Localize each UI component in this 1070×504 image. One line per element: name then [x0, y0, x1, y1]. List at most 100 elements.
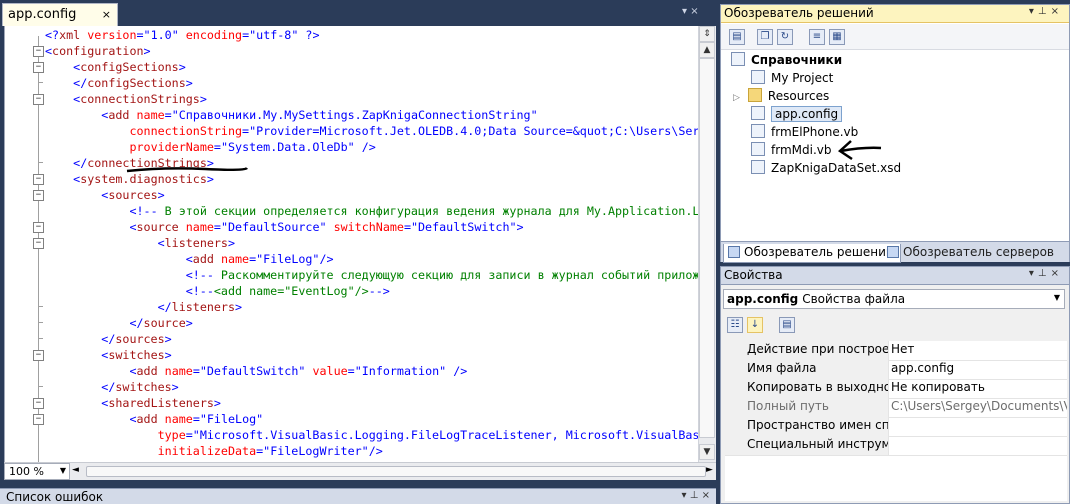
- tab-server-explorer[interactable]: Обозреватель серверов: [883, 244, 1060, 262]
- tab-controls[interactable]: ▾ ×: [682, 6, 712, 20]
- code-line[interactable]: <connectionStrings>: [45, 91, 698, 107]
- property-row[interactable]: Копировать в выходной каталог Не копиров…: [725, 379, 1067, 399]
- object-selector[interactable]: app.config Свойства файла ▼: [723, 289, 1065, 309]
- scroll-thumb[interactable]: [699, 58, 715, 438]
- scroll-left-icon[interactable]: ◄: [72, 465, 79, 475]
- error-list-panel[interactable]: Список ошибок ▾ ⊥ ×: [0, 488, 716, 504]
- vertical-scrollbar[interactable]: ⇕ ▲ ▼: [698, 26, 716, 462]
- panel-title: Свойства: [724, 268, 783, 282]
- tree-item-my-project[interactable]: My Project: [751, 69, 833, 87]
- code-line[interactable]: </source>: [45, 315, 698, 331]
- zoom-value: 100 %: [9, 465, 44, 478]
- code-line[interactable]: <sources>: [45, 187, 698, 203]
- code-line[interactable]: connectionString="Provider=Microsoft.Jet…: [45, 123, 698, 139]
- code-line[interactable]: <!--<add name="EventLog"/>-->: [45, 283, 698, 299]
- solution-explorer-tabs: Обозреватель решений Обозреватель сервер…: [721, 241, 1069, 263]
- property-value[interactable]: app.config: [891, 360, 1067, 380]
- property-grid: Действие при построении Нет Имя файла ap…: [725, 341, 1067, 501]
- code-line[interactable]: <add name="DefaultSwitch" value="Informa…: [45, 363, 698, 379]
- collapse-icon[interactable]: −: [33, 350, 44, 361]
- view-code-icon[interactable]: ≡: [809, 29, 825, 45]
- panel-title: Обозреватель решений: [724, 6, 874, 20]
- panel-pin-icons[interactable]: ▾ ⊥ ×: [682, 490, 710, 501]
- scroll-down-icon[interactable]: ▼: [699, 444, 715, 460]
- code-line[interactable]: type="Microsoft.VisualBasic.Logging.File…: [45, 427, 698, 443]
- outline-end: [38, 386, 43, 387]
- horizontal-scroll-thumb[interactable]: [86, 466, 706, 477]
- code-line[interactable]: <listeners>: [45, 235, 698, 251]
- property-value[interactable]: Нет: [891, 341, 1067, 361]
- close-icon[interactable]: ×: [102, 8, 111, 21]
- code-line[interactable]: <!-- В этой секции определяется конфигур…: [45, 203, 698, 219]
- editor-status-bar: 100 % ▼ ◄ ►: [4, 462, 716, 480]
- outline-gutter: − − − − − − − − − −: [5, 26, 44, 462]
- solution-explorer-title: Обозреватель решений ▾⊥×: [721, 5, 1069, 23]
- dataset-file-icon: [751, 160, 765, 174]
- property-value[interactable]: [891, 417, 1067, 437]
- code-line[interactable]: </configSections>: [45, 75, 698, 91]
- tab-solution-explorer[interactable]: Обозреватель решений: [723, 244, 901, 263]
- property-row[interactable]: Полный путь C:\Users\Sergey\Documents\Vi…: [725, 398, 1067, 418]
- code-line[interactable]: </sources>: [45, 331, 698, 347]
- solution-explorer-icon: [728, 246, 740, 258]
- collapse-icon[interactable]: −: [33, 222, 44, 233]
- scroll-right-icon[interactable]: ►: [706, 465, 713, 475]
- property-value[interactable]: [891, 436, 1067, 456]
- code-editor: app.config × ▾ × − − − − − − − − − − <?xml versio…: [0, 0, 716, 504]
- zoom-combobox[interactable]: 100 % ▼: [4, 463, 70, 480]
- code-area[interactable]: − − − − − − − − − − <?xml version="1.0" encoding=…: [4, 26, 698, 462]
- collapse-icon[interactable]: −: [33, 398, 44, 409]
- code-line[interactable]: </switches>: [45, 379, 698, 395]
- scroll-up-icon[interactable]: ▲: [699, 42, 715, 58]
- property-value[interactable]: Не копировать: [891, 379, 1067, 399]
- code-line[interactable]: <sharedListeners>: [45, 395, 698, 411]
- tree-project-node[interactable]: Справочники: [731, 51, 842, 69]
- form-file-icon: [751, 124, 765, 138]
- code-line[interactable]: <configSections>: [45, 59, 698, 75]
- property-name: Полный путь: [725, 398, 889, 417]
- show-all-files-icon[interactable]: ❐: [757, 29, 773, 45]
- object-name: app.config: [727, 292, 799, 306]
- collapse-icon[interactable]: −: [33, 238, 44, 249]
- view-designer-icon[interactable]: ▦: [829, 29, 845, 45]
- property-row[interactable]: Действие при построении Нет: [725, 341, 1067, 361]
- categorized-icon[interactable]: ☷: [727, 317, 743, 333]
- property-pages-icon[interactable]: ▤: [779, 317, 795, 333]
- tree-item-app-config[interactable]: app.config: [751, 105, 843, 123]
- code-line[interactable]: <source name="DefaultSource" switchName=…: [45, 219, 698, 235]
- panel-pin-icons[interactable]: ▾⊥×: [1029, 268, 1063, 279]
- property-row[interactable]: Имя файла app.config: [725, 360, 1067, 380]
- code-line[interactable]: <add name="FileLog": [45, 411, 698, 427]
- collapse-icon[interactable]: −: [33, 46, 44, 57]
- collapse-icon[interactable]: −: [33, 94, 44, 105]
- object-type: Свойства файла: [802, 292, 906, 306]
- alphabetical-icon[interactable]: ↓: [747, 317, 763, 333]
- code-text[interactable]: <?xml version="1.0" encoding="utf-8" ?> <…: [45, 27, 698, 461]
- property-row[interactable]: Специальный инструмент: [725, 436, 1067, 456]
- code-line[interactable]: <switches>: [45, 347, 698, 363]
- code-line[interactable]: <add name="FileLog"/>: [45, 251, 698, 267]
- expand-icon[interactable]: ▷: [733, 93, 740, 103]
- property-row[interactable]: Пространство имен специального средства: [725, 417, 1067, 437]
- split-icon[interactable]: ⇕: [699, 26, 715, 42]
- panel-pin-icons[interactable]: ▾⊥×: [1029, 6, 1063, 17]
- code-line[interactable]: <configuration>: [45, 43, 698, 59]
- code-line[interactable]: providerName="System.Data.OleDb" />: [45, 139, 698, 155]
- collapse-icon[interactable]: −: [33, 174, 44, 185]
- collapse-icon[interactable]: −: [33, 62, 44, 73]
- properties-icon[interactable]: ▤: [729, 29, 745, 45]
- tree-item-resources[interactable]: ▷ Resources: [733, 87, 829, 105]
- code-line[interactable]: <!-- Раскомментируйте следующую секцию д…: [45, 267, 698, 283]
- code-line[interactable]: </listeners>: [45, 299, 698, 315]
- document-tab-app-config[interactable]: app.config ×: [2, 3, 118, 26]
- code-line[interactable]: <?xml version="1.0" encoding="utf-8" ?>: [45, 27, 698, 43]
- collapse-icon[interactable]: −: [33, 414, 44, 425]
- document-tab-label: app.config: [8, 7, 77, 22]
- collapse-icon[interactable]: −: [33, 190, 44, 201]
- refresh-icon[interactable]: ↻: [777, 29, 793, 45]
- tree-item-dataset[interactable]: ZapKnigaDataSet.xsd: [751, 159, 901, 177]
- code-line[interactable]: <add name="Справочники.My.MySettings.Zap…: [45, 107, 698, 123]
- code-line[interactable]: initializeData="FileLogWriter"/>: [45, 443, 698, 459]
- underline-annotation: [126, 166, 249, 173]
- tree-item-frmmdi[interactable]: frmMdi.vb: [751, 141, 831, 159]
